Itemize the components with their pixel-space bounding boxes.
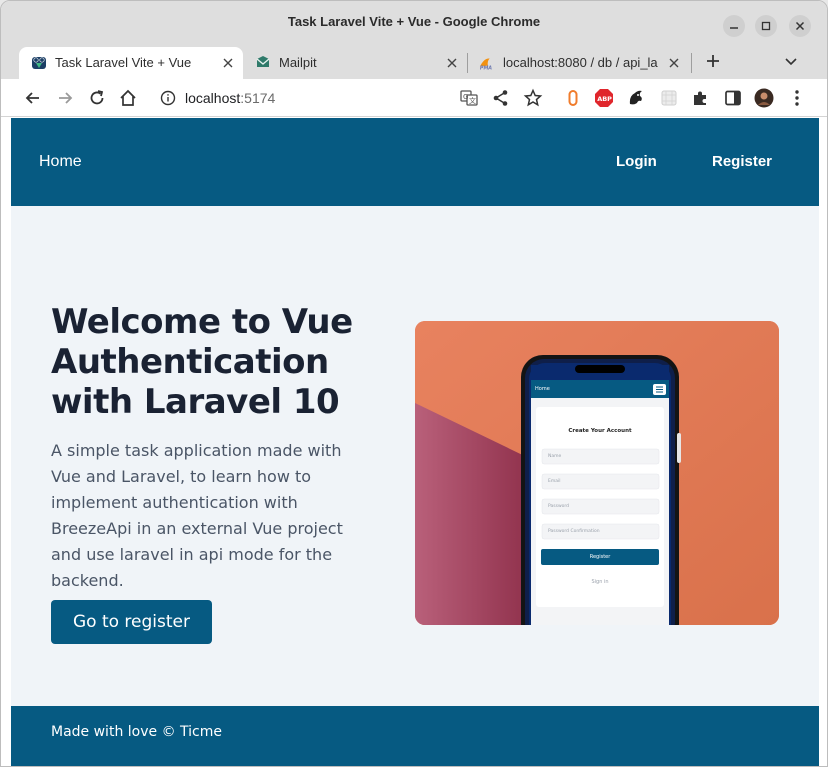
mockup-signin-link: Sign in: [591, 579, 609, 585]
home-icon[interactable]: [118, 88, 138, 108]
vue-laravel-favicon-icon: [32, 57, 46, 69]
maximize-button[interactable]: [755, 15, 777, 37]
mockup-register-button: Register: [589, 554, 611, 560]
extension-grid-icon[interactable]: [659, 88, 679, 108]
new-tab-icon[interactable]: [703, 51, 723, 71]
extension-capsule-icon[interactable]: [563, 88, 583, 108]
footer-text: Made with love © Ticme: [51, 724, 222, 740]
window-title: Task Laravel Vite + Vue - Google Chrome: [287, 14, 541, 29]
nav-login-link[interactable]: Login: [616, 153, 657, 170]
tab-label: Mailpit: [279, 55, 317, 70]
mockup-field-password: Password: [548, 504, 570, 509]
back-arrow-icon[interactable]: [23, 88, 43, 108]
site-footer: Made with love © Ticme: [11, 706, 819, 766]
hero-title: Welcome to Vue Authentication with Larav…: [51, 302, 353, 422]
svg-text:PMA: PMA: [480, 66, 492, 71]
tab-separator: [691, 53, 692, 73]
adblock-plus-icon[interactable]: ABP: [594, 88, 614, 108]
site-navbar: Home Login Register: [11, 118, 819, 206]
tab-task-laravel[interactable]: Task Laravel Vite + Vue: [19, 47, 243, 79]
browser-window: Task Laravel Vite + Vue - Google Chrome …: [0, 0, 828, 767]
nav-home-link[interactable]: Home: [39, 153, 82, 171]
side-panel-icon[interactable]: [723, 88, 743, 108]
reload-icon[interactable]: [87, 88, 107, 108]
mockup-nav-home: Home: [535, 386, 550, 392]
tab-search-chevron-icon[interactable]: [783, 53, 799, 69]
bookmark-star-icon[interactable]: [523, 88, 543, 108]
hero-description: A simple task application made with Vue …: [51, 441, 343, 590]
hero-image: Home Create Your Account Name Email Pass…: [415, 321, 779, 625]
svg-text:G: G: [463, 93, 468, 101]
go-to-register-button[interactable]: Go to register: [51, 600, 212, 644]
tab-close-icon[interactable]: [445, 56, 459, 70]
kebab-menu-icon[interactable]: [787, 88, 807, 108]
extensions-puzzle-icon[interactable]: [691, 88, 711, 108]
phpmyadmin-favicon-icon: PMA: [479, 58, 492, 71]
url-text: localhost:5174: [185, 90, 276, 106]
share-icon[interactable]: [491, 88, 511, 108]
tab-mailpit[interactable]: Mailpit: [243, 47, 467, 79]
tab-label: localhost:8080 / db / api_la: [503, 55, 658, 70]
browser-toolbar: localhost:5174 G文 ABP: [1, 79, 827, 117]
minimize-icon: [730, 27, 738, 29]
tab-close-icon[interactable]: [221, 56, 235, 70]
tab-label: Task Laravel Vite + Vue: [55, 55, 192, 70]
forward-arrow-icon[interactable]: [55, 88, 75, 108]
svg-text:ABP: ABP: [597, 95, 612, 103]
extension-dark-icon[interactable]: [626, 88, 646, 108]
translate-icon[interactable]: G文: [459, 88, 479, 108]
minimize-button[interactable]: [723, 15, 745, 37]
mockup-field-password-confirmation: Password Confirmation: [548, 529, 600, 534]
tab-phpmyadmin[interactable]: PMA localhost:8080 / db / api_la: [467, 47, 691, 79]
svg-text:文: 文: [469, 96, 476, 105]
mockup-field-name: Name: [548, 454, 562, 459]
web-page: Home Login Register Welcome to Vue Authe…: [11, 118, 819, 766]
tab-close-icon[interactable]: [667, 56, 681, 70]
maximize-icon: [761, 21, 771, 31]
close-icon: [795, 21, 805, 31]
profile-avatar-icon[interactable]: [754, 88, 774, 108]
info-icon[interactable]: [160, 90, 176, 106]
close-window-button[interactable]: [789, 15, 811, 37]
mockup-form-title: Create Your Account: [568, 428, 632, 434]
mailpit-favicon-icon: [256, 56, 270, 67]
title-bar: Task Laravel Vite + Vue - Google Chrome: [1, 1, 827, 43]
mockup-field-email: Email: [548, 479, 561, 484]
nav-register-link[interactable]: Register: [712, 153, 772, 170]
